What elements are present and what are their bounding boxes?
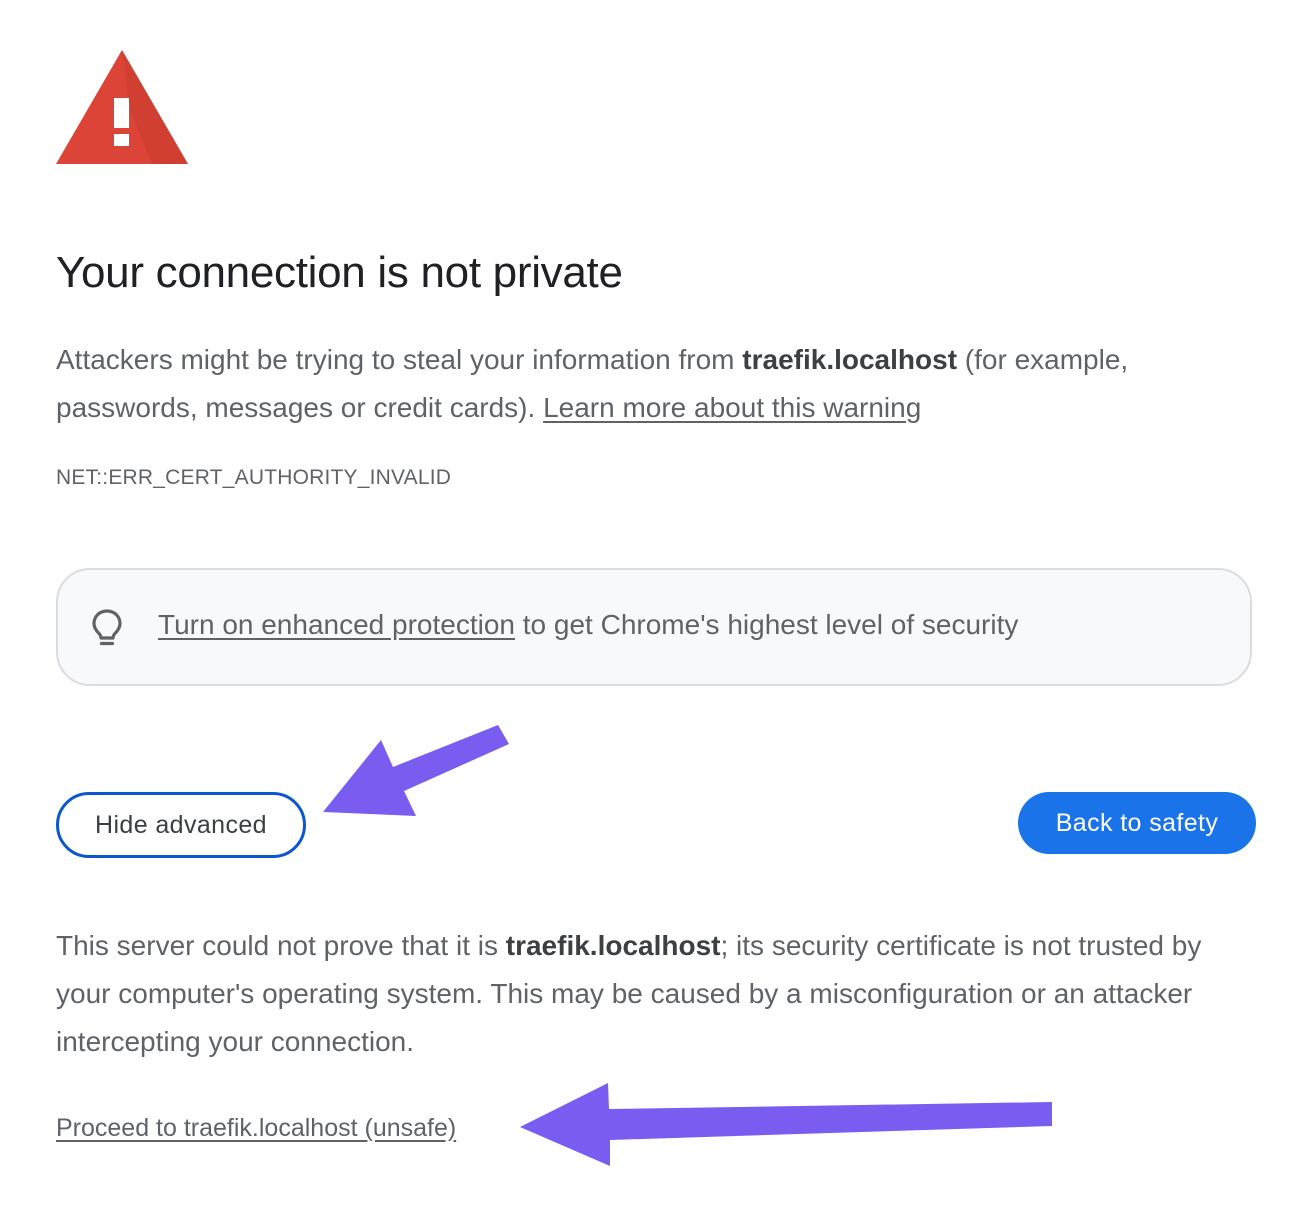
back-to-safety-button[interactable]: Back to safety <box>1018 792 1256 854</box>
hide-advanced-button[interactable]: Hide advanced <box>56 792 306 858</box>
interstitial-page: Your connection is not private Attackers… <box>0 0 1314 1210</box>
enhanced-protection-banner: Turn on enhanced protection to get Chrom… <box>56 568 1252 686</box>
intro-host: traefik.localhost <box>742 344 958 375</box>
warning-triangle-icon <box>56 50 188 164</box>
details-host: traefik.localhost <box>505 930 721 961</box>
annotation-arrow-proceed <box>520 1083 1052 1166</box>
proceed-unsafe-link[interactable]: Proceed to traefik.localhost (unsafe) <box>56 1114 456 1143</box>
details-paragraph: This server could not prove that it is t… <box>56 922 1246 1066</box>
page-title: Your connection is not private <box>56 248 623 297</box>
details-prefix: This server could not prove that it is <box>56 930 506 961</box>
lightbulb-icon <box>92 609 122 646</box>
learn-more-link[interactable]: Learn more about this warning <box>543 392 921 423</box>
annotation-arrow-hide-advanced <box>323 725 509 816</box>
intro-prefix: Attackers might be trying to steal your … <box>56 344 743 375</box>
enhanced-protection-suffix: to get Chrome's highest level of securit… <box>515 609 1019 640</box>
enhanced-protection-link[interactable]: Turn on enhanced protection <box>158 609 515 640</box>
enhanced-protection-text: Turn on enhanced protection to get Chrom… <box>158 609 1018 641</box>
intro-paragraph: Attackers might be trying to steal your … <box>56 336 1266 432</box>
error-code: NET::ERR_CERT_AUTHORITY_INVALID <box>56 466 452 489</box>
